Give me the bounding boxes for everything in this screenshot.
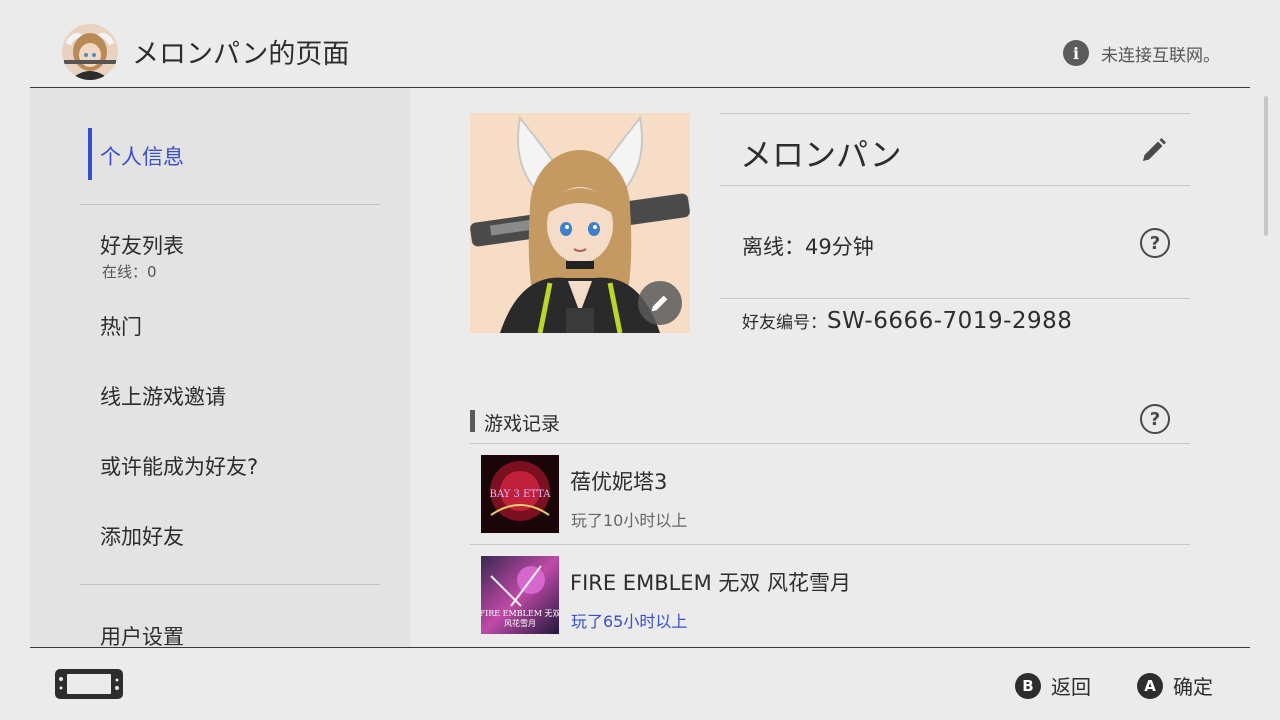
sidebar-item-suggested-friends[interactable]: 或许能成为好友? xyxy=(100,451,258,481)
play-history-help-icon[interactable]: ? xyxy=(1140,404,1170,434)
profile-picture[interactable] xyxy=(470,113,690,333)
footer-divider xyxy=(30,647,1250,648)
back-label: 返回 xyxy=(1051,675,1091,699)
sidebar: 个人信息 好友列表 在线：0 热门 线上游戏邀请 或许能成为好友? 添加好友 用… xyxy=(30,88,410,647)
divider xyxy=(720,113,1190,114)
sidebar-item-friend-list[interactable]: 好友列表 xyxy=(100,230,184,260)
play-history-title: 游戏记录 xyxy=(484,413,561,435)
sidebar-item-add-friend[interactable]: 添加好友 xyxy=(100,521,184,551)
user-nickname: メロンパン xyxy=(740,136,902,174)
confirm-label: 确定 xyxy=(1173,675,1213,699)
sidebar-item-user-settings[interactable]: 用户设置 xyxy=(100,621,184,647)
game-thumbnail: FIRE EMBLEM 无双 风花雪月 xyxy=(481,556,559,634)
online-status: 离线：49分钟 xyxy=(742,235,874,259)
sidebar-item-online-invites[interactable]: 线上游戏邀请 xyxy=(100,381,226,411)
game-logo-text: BAY 3 ETTA xyxy=(490,489,552,500)
sidebar-divider xyxy=(80,584,380,585)
friend-code-value: SW-6666-7019-2988 xyxy=(827,308,1073,334)
game-row[interactable]: BAY 3 ETTA 蓓优妮塔3 玩了10小时以上 xyxy=(470,444,1190,544)
scrollbar[interactable] xyxy=(1264,96,1268,236)
help-icon[interactable]: ? xyxy=(1140,228,1170,258)
sidebar-item-profile[interactable]: 个人信息 xyxy=(100,141,184,171)
game-logo-subtext: 风花雪月 xyxy=(504,618,536,628)
pencil-icon xyxy=(651,295,668,312)
section-marker xyxy=(470,410,475,432)
console-icon xyxy=(55,669,123,699)
network-status: i 未连接互联网。 xyxy=(1063,40,1220,66)
confirm-button[interactable]: A 确定 xyxy=(1137,671,1213,700)
selection-indicator xyxy=(88,128,92,180)
info-icon: i xyxy=(1063,40,1089,66)
b-button-icon: B xyxy=(1015,672,1041,699)
header: メロンパン的页面 i 未连接互联网。 xyxy=(0,0,1280,88)
game-row[interactable]: FIRE EMBLEM 无双 风花雪月 FIRE EMBLEM 无双 风花雪月 … xyxy=(470,545,1190,645)
game-title: 蓓优妮塔3 xyxy=(570,470,668,494)
friends-online-count: 在线：0 xyxy=(102,263,157,281)
avatar-image xyxy=(62,24,118,80)
game-thumbnail: BAY 3 ETTA xyxy=(481,455,559,533)
play-time: 玩了65小时以上 xyxy=(571,612,688,631)
divider xyxy=(720,298,1190,299)
divider xyxy=(720,185,1190,186)
game-title: FIRE EMBLEM 无双 风花雪月 xyxy=(570,571,852,595)
edit-picture-button[interactable] xyxy=(638,281,682,325)
friend-code: 好友编号： SW-6666-7019-2988 xyxy=(742,308,1072,334)
back-button[interactable]: B 返回 xyxy=(1015,671,1091,700)
edit-nickname-icon[interactable] xyxy=(1140,136,1168,164)
friend-code-label: 好友编号： xyxy=(742,313,827,333)
page-title: メロンパン的页面 xyxy=(132,39,350,70)
sidebar-divider xyxy=(80,204,380,205)
play-time: 玩了10小时以上 xyxy=(571,511,688,530)
game-logo-text: FIRE EMBLEM 无双 xyxy=(481,609,559,618)
a-button-icon: A xyxy=(1137,672,1163,699)
sidebar-item-trending[interactable]: 热门 xyxy=(100,311,142,341)
user-avatar[interactable] xyxy=(62,24,118,80)
network-status-label: 未连接互联网。 xyxy=(1101,45,1220,66)
